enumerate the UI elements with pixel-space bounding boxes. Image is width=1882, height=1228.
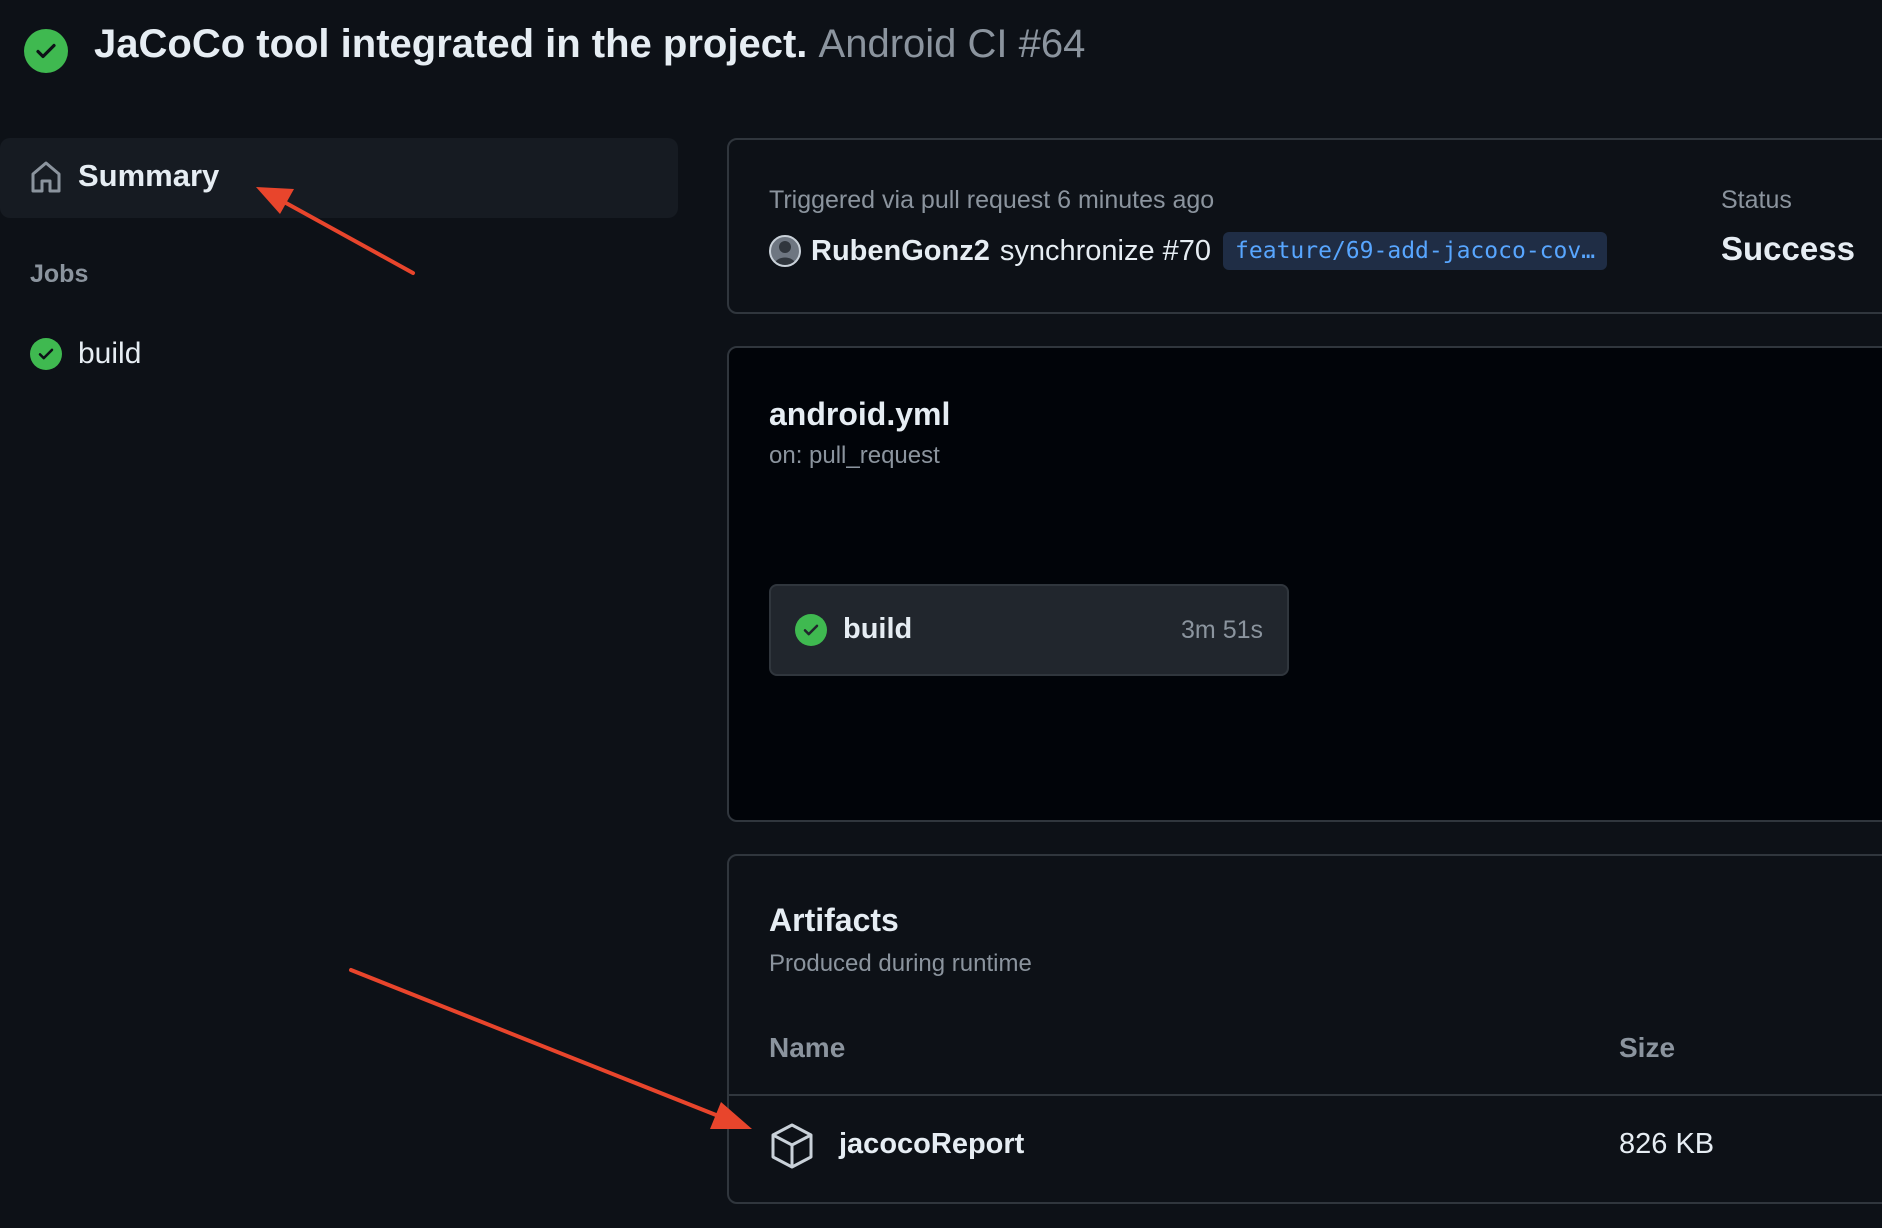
branch-label[interactable]: feature/69-add-jacoco-cov… — [1223, 232, 1608, 270]
sidebar-item-label: build — [78, 337, 142, 370]
run-title: JaCoCo tool integrated in the project. A… — [94, 22, 1085, 67]
sidebar-item-label: Summary — [78, 158, 220, 193]
sidebar-item-summary[interactable]: Summary — [0, 138, 678, 218]
success-check-icon — [30, 338, 62, 370]
pr-event-link[interactable]: synchronize #70 — [1000, 235, 1211, 268]
success-check-icon — [795, 614, 827, 646]
workflow-trigger: on: pull_request — [769, 442, 940, 469]
graph-job-build[interactable]: build 3m 51s — [769, 584, 1289, 676]
trigger-details: RubenGonz2 synchronize #70 feature/69-ad… — [769, 232, 1608, 270]
avatar[interactable] — [769, 235, 801, 267]
home-icon — [31, 161, 61, 193]
actor-link[interactable]: RubenGonz2 — [811, 235, 990, 268]
package-icon — [771, 1123, 813, 1169]
table-row: jacocoReport 826 KB — [729, 1096, 1882, 1200]
artifacts-card: Artifacts Produced during runtime Name S… — [727, 854, 1882, 1204]
arrow-to-artifact — [349, 968, 752, 1129]
workflow-graph-card: android.yml on: pull_request build 3m 51… — [727, 346, 1882, 822]
jobs-heading: Jobs — [30, 260, 89, 288]
column-header-size: Size — [1619, 1032, 1676, 1063]
run-commit-title: JaCoCo tool integrated in the project. — [94, 22, 808, 66]
success-check-icon — [24, 29, 68, 73]
artifact-size: 826 KB — [1619, 1128, 1715, 1160]
artifact-download-link[interactable]: jacocoReport — [839, 1128, 1024, 1161]
artifacts-subtitle: Produced during runtime — [769, 950, 1032, 977]
artifacts-title: Artifacts — [769, 902, 899, 938]
status-value: Success — [1721, 230, 1855, 267]
sidebar-item-build[interactable]: build — [26, 333, 666, 377]
workflow-run-number: Android CI #64 — [818, 22, 1086, 66]
trigger-description: Triggered via pull request 6 minutes ago — [769, 186, 1215, 214]
status-label: Status — [1721, 186, 1792, 214]
workflow-file-name: android.yml — [769, 396, 951, 432]
graph-job-duration: 3m 51s — [1181, 616, 1263, 644]
graph-job-name: build — [843, 613, 913, 645]
column-header-name: Name — [769, 1032, 846, 1063]
run-trigger-card: Triggered via pull request 6 minutes ago… — [727, 138, 1882, 314]
